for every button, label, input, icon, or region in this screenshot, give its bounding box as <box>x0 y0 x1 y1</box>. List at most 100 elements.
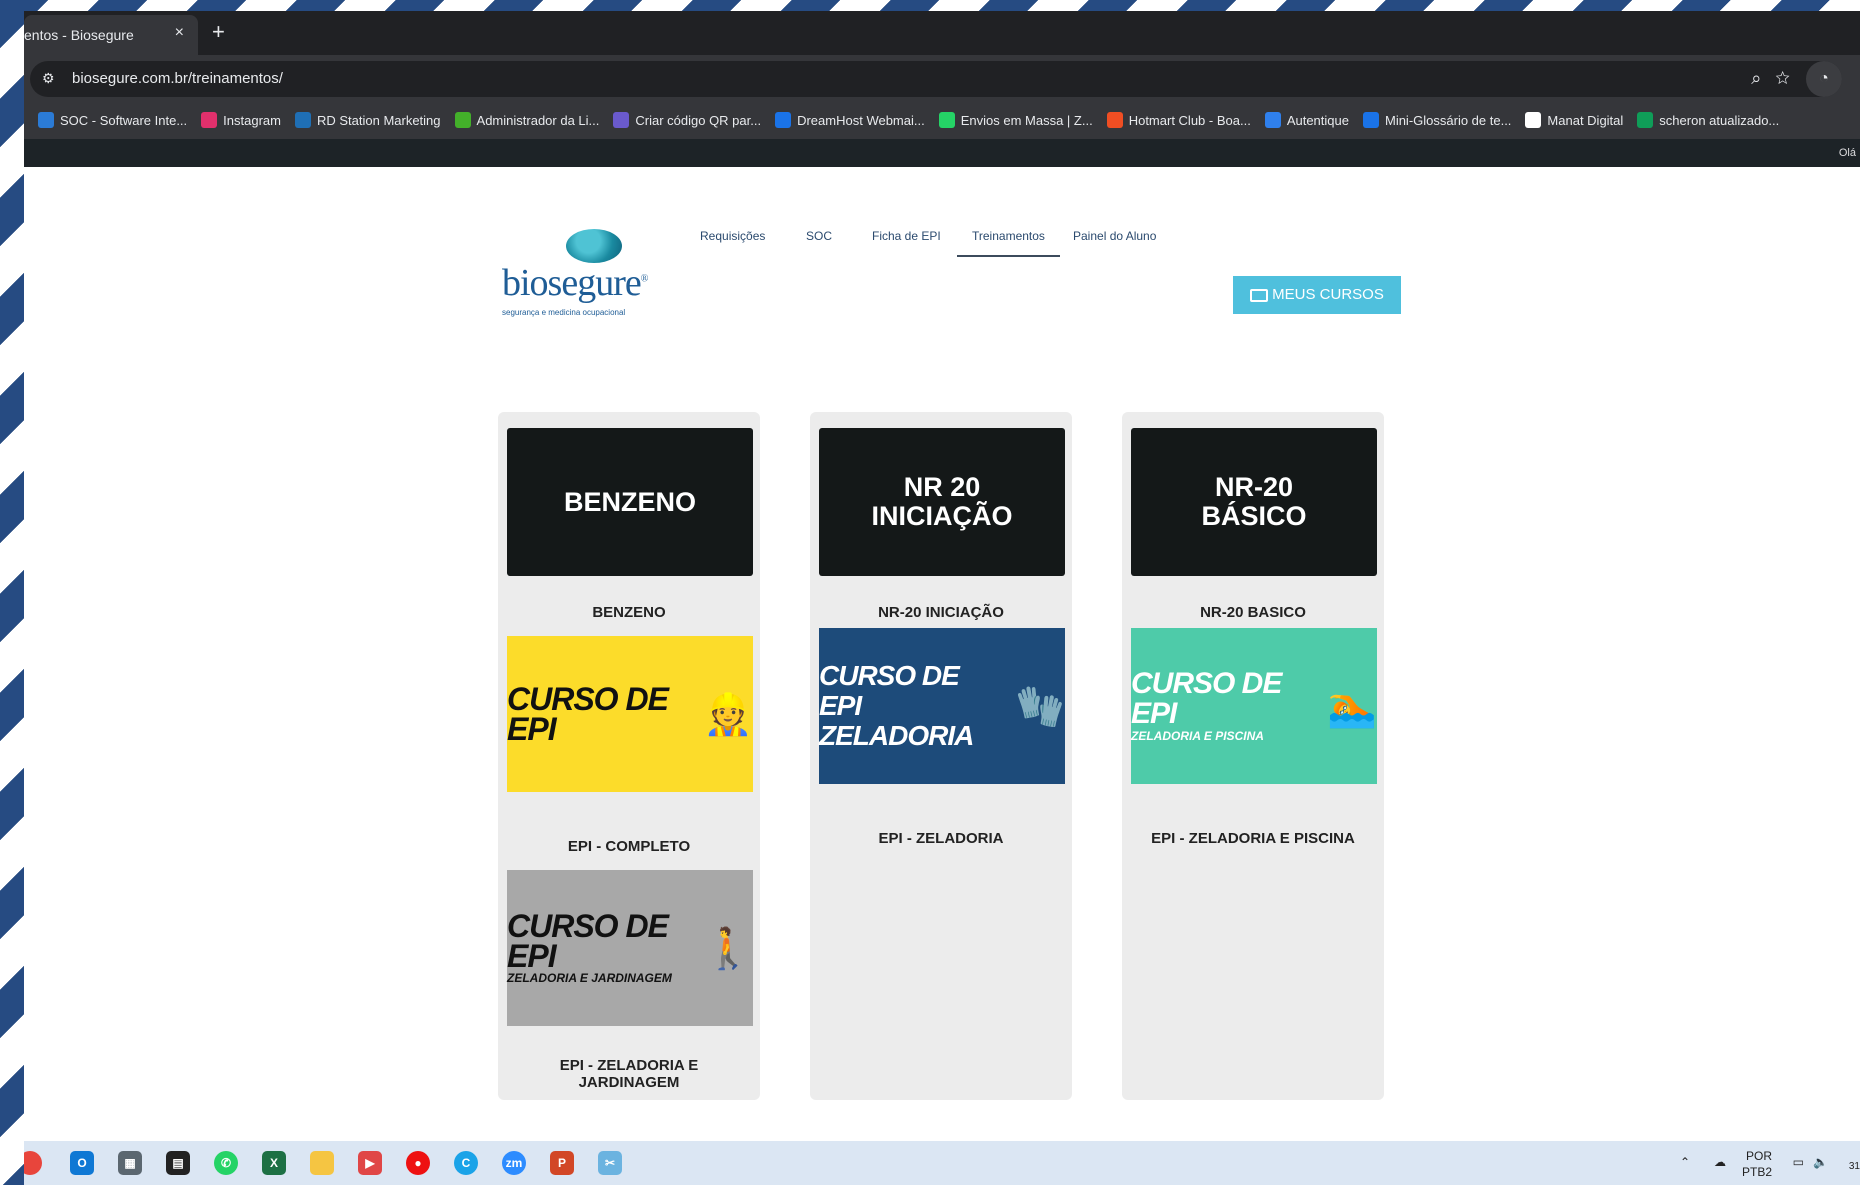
bookmark-item[interactable]: Mini-Glossário de te... <box>1362 103 1511 139</box>
nav-painel-aluno[interactable]: Painel do Aluno <box>1073 229 1156 243</box>
excel-icon[interactable]: X <box>262 1151 286 1175</box>
browser-tab[interactable]: entos - Biosegure × <box>24 15 198 55</box>
bookmark-item[interactable]: Instagram <box>201 103 281 139</box>
gardener-icon: 🚶 <box>703 926 753 971</box>
bookmark-label: Envios em Massa | Z... <box>960 113 1093 128</box>
globoplay-icon[interactable]: ▶ <box>358 1151 382 1175</box>
new-tab-button[interactable]: + <box>212 19 225 45</box>
bookmark-label: Hotmart Club - Boa... <box>1128 113 1251 128</box>
meus-cursos-label: MEUS CURSOS <box>1272 286 1384 303</box>
meus-cursos-button[interactable]: MEUS CURSOS <box>1233 276 1401 314</box>
course-image-text: CURSO DE EPI ZELADORIA E JARDINAGEM <box>507 908 672 985</box>
course-title[interactable]: EPI - ZELADORIA E PISCINA <box>1122 830 1384 847</box>
omnibox-actions: ⌕☆ <box>1751 68 1804 89</box>
course-title[interactable]: EPI - ZELADORIA E JARDINAGEM <box>538 1057 720 1091</box>
bookmark-item[interactable]: Administrador da Li... <box>454 103 599 139</box>
calculator-icon[interactable]: ▦ <box>118 1151 142 1175</box>
address-bar: ⚙ biosegure.com.br/treinamentos/ ⌕☆ ◔ <box>24 55 1860 103</box>
course-image-benzeno[interactable]: BENZENO <box>507 428 753 576</box>
snipping-tool-icon[interactable]: ✂ <box>598 1151 622 1175</box>
canva-icon[interactable]: C <box>454 1151 478 1175</box>
youtube-icon[interactable]: ● <box>406 1151 430 1175</box>
course-image-text: CURSO DE EPI ZELADORIA E PISCINA <box>1131 667 1282 744</box>
bookmark-favicon-icon <box>294 112 311 128</box>
keyboard-layout[interactable]: PTB2 <box>1742 1165 1772 1179</box>
bookmark-label: Autentique <box>1286 113 1349 128</box>
bookmark-label: RD Station Marketing <box>316 113 441 128</box>
bookmark-favicon-icon <box>38 112 54 128</box>
course-image-epi-piscina[interactable]: CURSO DE EPI ZELADORIA E PISCINA 🏊 <box>1131 628 1377 784</box>
course-image-text: CURSO DE EPI <box>507 681 669 747</box>
chevron-up-icon[interactable]: ⌃ <box>1680 1155 1690 1169</box>
pool-icon: 🏊 <box>1327 684 1377 729</box>
bookmark-label: Manat Digital <box>1547 113 1624 128</box>
powerpoint-icon[interactable]: P <box>550 1151 574 1175</box>
course-image-epi-jardinagem[interactable]: CURSO DE EPI ZELADORIA E JARDINAGEM 🚶 <box>507 870 753 1026</box>
course-title[interactable]: EPI - ZELADORIA <box>810 830 1072 847</box>
course-column: BENZENO BENZENO CURSO DE EPI 👷 EPI - COMP… <box>498 412 760 1100</box>
incognito-icon[interactable]: ◔ <box>1806 61 1842 97</box>
page-content: biosegure® segurança e medicina ocupacio… <box>24 167 1860 1141</box>
bookmark-favicon-icon <box>938 112 955 128</box>
zoom-icon[interactable]: ⌕ <box>1751 68 1775 88</box>
logo-word: biosegure® <box>502 262 648 304</box>
bookmark-star-icon[interactable]: ☆ <box>1775 68 1804 88</box>
bookmark-item[interactable]: Manat Digital <box>1525 103 1623 139</box>
close-icon[interactable]: × <box>175 24 184 42</box>
course-image-epi-completo[interactable]: CURSO DE EPI 👷 <box>507 636 753 792</box>
bookmark-item[interactable]: SOC - Software Inte... <box>38 103 187 139</box>
id-card-icon <box>1250 289 1269 302</box>
nav-treinamentos[interactable]: Treinamentos <box>957 229 1060 257</box>
nav-ficha-epi[interactable]: Ficha de EPI <box>872 229 941 243</box>
bookmarks-bar: SOC - Software Inte... Instagram RD Statio… <box>24 103 1860 139</box>
bookmark-favicon-icon <box>1637 112 1654 128</box>
nav-requisicoes[interactable]: Requisições <box>700 229 765 243</box>
volume-icon[interactable]: 🔈 <box>1813 1155 1828 1169</box>
screen: entos - Biosegure × + ⚙ biosegure.com.br… <box>24 11 1860 1185</box>
whatsapp-icon[interactable]: ✆ <box>214 1151 238 1175</box>
bookmark-item[interactable]: Envios em Massa | Z... <box>938 103 1093 139</box>
course-column: NR-20 BÁSICO NR-20 BASICO CURSO DE EPI ZEL… <box>1122 412 1384 1100</box>
admin-bar: Olá <box>24 139 1860 167</box>
zoom-app-icon[interactable]: zm <box>502 1151 526 1175</box>
admin-greeting[interactable]: Olá <box>1839 147 1856 159</box>
bookmark-favicon-icon <box>1362 112 1379 128</box>
bookmark-item[interactable]: RD Station Marketing <box>294 103 441 139</box>
file-explorer-icon[interactable] <box>310 1151 334 1175</box>
course-title[interactable]: BENZENO <box>498 604 760 621</box>
chrome-icon[interactable] <box>24 1151 42 1175</box>
course-image-nr20-basico[interactable]: NR-20 BÁSICO <box>1131 428 1377 576</box>
site-settings-icon[interactable]: ⚙ <box>42 70 55 87</box>
outlook-icon[interactable]: O <box>70 1151 94 1175</box>
omnibox[interactable]: ⚙ biosegure.com.br/treinamentos/ ⌕☆ ◔ <box>30 61 1842 97</box>
clock[interactable]: 31 <box>1849 1161 1860 1172</box>
course-image-text: BENZENO <box>563 486 696 517</box>
course-title[interactable]: NR-20 INICIAÇÃO <box>810 604 1072 621</box>
cloud-icon[interactable]: ☁ <box>1714 1155 1726 1169</box>
bookmark-item[interactable]: scheron atualizado... <box>1637 103 1779 139</box>
bookmark-label: DreamHost Webmai... <box>797 113 925 128</box>
logo-icon <box>566 229 622 263</box>
course-column: NR 20 INICIAÇÃO NR-20 INICIAÇÃO CURSO DE … <box>810 412 1072 1100</box>
site-logo[interactable]: biosegure® segurança e medicina ocupacio… <box>489 223 689 323</box>
course-image-text: CURSO DE EPI ZELADORIA <box>819 660 974 751</box>
nav-soc[interactable]: SOC <box>806 229 832 243</box>
network-icon[interactable]: ▭ <box>1793 1155 1804 1169</box>
windows-taskbar: O ▦ ▤ ✆ X ▶ ● C zm P ✂ ⌃ ☁ POR PTB2 ▭ 🔈 … <box>24 1141 1860 1185</box>
bookmark-label: Instagram <box>223 113 281 128</box>
bookmark-item[interactable]: Autentique <box>1264 103 1349 139</box>
bookmark-favicon-icon <box>1264 112 1281 128</box>
bookmark-item[interactable]: DreamHost Webmai... <box>775 103 925 139</box>
bookmark-item[interactable]: Criar código QR par... <box>613 103 761 139</box>
course-image-text: NR 20 INICIAÇÃO <box>871 472 1013 531</box>
url-text[interactable]: biosegure.com.br/treinamentos/ <box>72 70 283 87</box>
logo-tagline: segurança e medicina ocupacional <box>502 308 626 317</box>
course-title[interactable]: NR-20 BASICO <box>1122 604 1384 621</box>
language-code[interactable]: POR <box>1746 1149 1772 1163</box>
sticky-notes-icon[interactable]: ▤ <box>166 1151 190 1175</box>
course-image-nr20-iniciacao[interactable]: NR 20 INICIAÇÃO <box>819 428 1065 576</box>
bookmark-item[interactable]: Hotmart Club - Boa... <box>1106 103 1251 139</box>
bookmark-favicon-icon <box>613 112 630 128</box>
course-title[interactable]: EPI - COMPLETO <box>498 838 760 855</box>
course-image-epi-zeladoria[interactable]: CURSO DE EPI ZELADORIA 🧤 <box>819 628 1065 784</box>
